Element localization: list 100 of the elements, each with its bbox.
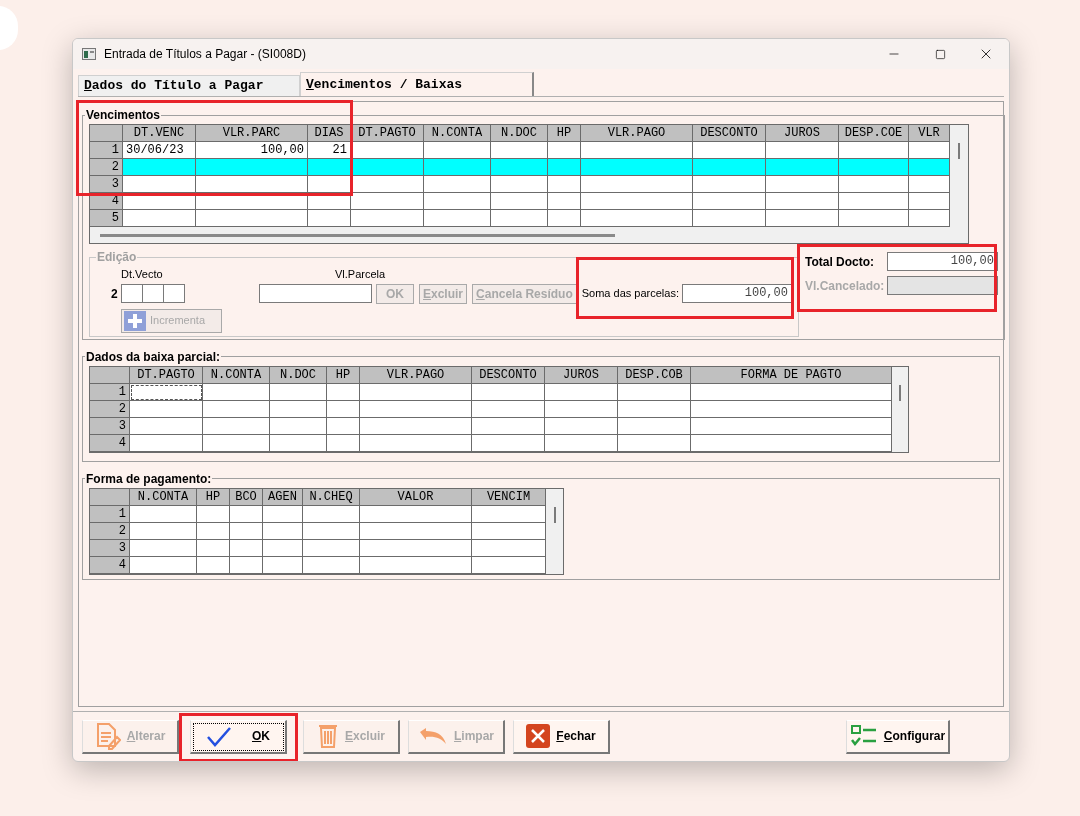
table-cell[interactable] [909, 176, 950, 193]
table-cell[interactable] [351, 193, 424, 210]
column-header[interactable]: BCO [230, 488, 263, 506]
action-button[interactable]: OK [190, 719, 287, 754]
table-cell[interactable] [196, 176, 308, 193]
table-cell[interactable] [581, 176, 693, 193]
table-cell[interactable] [693, 159, 766, 176]
table-cell[interactable] [351, 159, 424, 176]
table-cell[interactable] [308, 210, 351, 227]
column-header[interactable]: HP [548, 125, 581, 142]
column-header[interactable]: VLR.PAGO [360, 366, 472, 384]
table-cell[interactable] [196, 210, 308, 227]
column-header[interactable]: AGEN [263, 488, 303, 506]
column-header[interactable]: N.CONTA [130, 488, 197, 506]
table-cell[interactable] [351, 142, 424, 159]
table-cell[interactable] [548, 176, 581, 193]
table-cell[interactable] [839, 176, 909, 193]
table-cell[interactable] [424, 176, 491, 193]
table-cell[interactable] [548, 142, 581, 159]
table-cell[interactable] [491, 210, 548, 227]
table-cell[interactable] [491, 176, 548, 193]
table-cell[interactable] [548, 210, 581, 227]
column-header[interactable]: DESCONTO [472, 366, 545, 384]
column-header[interactable]: JUROS [766, 125, 839, 142]
column-header[interactable]: HP [327, 366, 360, 384]
table-cell[interactable] [123, 159, 196, 176]
scrollbar-thumb[interactable] [553, 506, 556, 523]
table-cell[interactable] [766, 176, 839, 193]
column-header[interactable]: VALOR [360, 488, 472, 506]
table-cell[interactable]: 100,00 [196, 142, 308, 159]
column-header[interactable]: JUROS [545, 366, 618, 384]
column-header[interactable]: VENCIM [472, 488, 546, 506]
data-grid[interactable]: DT.PAGTO N.CONTA N.DOC HP VLR.PAGO DESCONTO JUROS DESP.COB FORMA DE PAGTO 1 2 3 4 [89, 365, 909, 453]
table-cell[interactable] [548, 159, 581, 176]
column-header[interactable]: VLR.PAGO [581, 125, 693, 142]
table-cell[interactable] [909, 210, 950, 227]
column-header[interactable]: VLR [909, 125, 950, 142]
column-header[interactable]: DIAS [308, 125, 351, 142]
sum-field[interactable]: 100,00 [681, 284, 792, 303]
column-header[interactable]: N.DOC [491, 125, 548, 142]
table-cell[interactable] [839, 159, 909, 176]
table-cell[interactable] [424, 159, 491, 176]
table-cell[interactable] [909, 193, 950, 210]
column-header[interactable]: VLR.PARC [196, 125, 308, 142]
column-header[interactable]: DESCONTO [693, 125, 766, 142]
table-cell[interactable] [766, 193, 839, 210]
column-header[interactable]: DESP.COB [618, 366, 691, 384]
table-cell[interactable] [839, 142, 909, 159]
scrollbar-thumb[interactable] [100, 233, 615, 237]
table-cell[interactable] [693, 176, 766, 193]
table-cell[interactable] [693, 193, 766, 210]
table-cell[interactable] [909, 159, 950, 176]
table-cell[interactable] [581, 159, 693, 176]
table-cell[interactable] [491, 159, 548, 176]
column-header[interactable]: FORMA DE PAGTO [691, 366, 892, 384]
table-cell[interactable] [839, 193, 909, 210]
table-cell[interactable] [308, 159, 351, 176]
table-cell[interactable]: 21 [308, 142, 351, 159]
table-cell[interactable] [424, 210, 491, 227]
action-button[interactable]: Fechar [513, 719, 610, 754]
scrollbar-thumb[interactable] [958, 143, 960, 159]
table-cell[interactable] [766, 159, 839, 176]
table-cell[interactable] [909, 142, 950, 159]
column-header[interactable]: DESP.COE [839, 125, 909, 142]
table-cell[interactable] [693, 142, 766, 159]
table-cell[interactable] [766, 142, 839, 159]
column-header[interactable]: DT.PAGTO [351, 125, 424, 142]
total-field[interactable]: 100,00 [886, 252, 998, 271]
table-cell[interactable] [581, 142, 693, 159]
table-cell[interactable] [491, 142, 548, 159]
column-header[interactable]: DT.PAGTO [130, 366, 203, 384]
column-header[interactable]: N.CONTA [203, 366, 270, 384]
tab[interactable]: Dados do Título a Pagar [78, 75, 300, 96]
table-cell[interactable] [308, 176, 351, 193]
input-field[interactable] [259, 284, 372, 303]
table-cell[interactable] [548, 193, 581, 210]
table-cell[interactable] [351, 210, 424, 227]
table-cell[interactable] [351, 176, 424, 193]
table-cell[interactable] [693, 210, 766, 227]
table-cell[interactable] [424, 193, 491, 210]
table-cell[interactable] [491, 193, 548, 210]
table-cell[interactable] [123, 210, 196, 227]
table-cell[interactable] [581, 210, 693, 227]
table-cell[interactable] [839, 210, 909, 227]
column-header[interactable]: N.DOC [270, 366, 327, 384]
tab[interactable]: Vencimentos / Baixas [300, 72, 534, 96]
table-cell[interactable] [196, 159, 308, 176]
data-grid[interactable]: N.CONTA HP BCO AGEN N.CHEQ VALOR VENCIM 1 2 3 4 [89, 487, 564, 575]
column-header[interactable]: HP [197, 488, 230, 506]
table-cell[interactable] [581, 193, 693, 210]
configure-button[interactable]: Configurar [846, 719, 950, 754]
column-header[interactable]: N.CONTA [424, 125, 491, 142]
table-cell[interactable] [123, 176, 196, 193]
column-header[interactable]: N.CHEQ [303, 488, 360, 506]
table-cell[interactable] [766, 210, 839, 227]
column-header[interactable]: DT.VENC [123, 125, 196, 142]
date-field[interactable] [121, 284, 185, 303]
table-cell[interactable]: 30/06/23 [123, 142, 196, 159]
table-cell[interactable] [424, 142, 491, 159]
scrollbar-thumb[interactable] [899, 384, 901, 401]
